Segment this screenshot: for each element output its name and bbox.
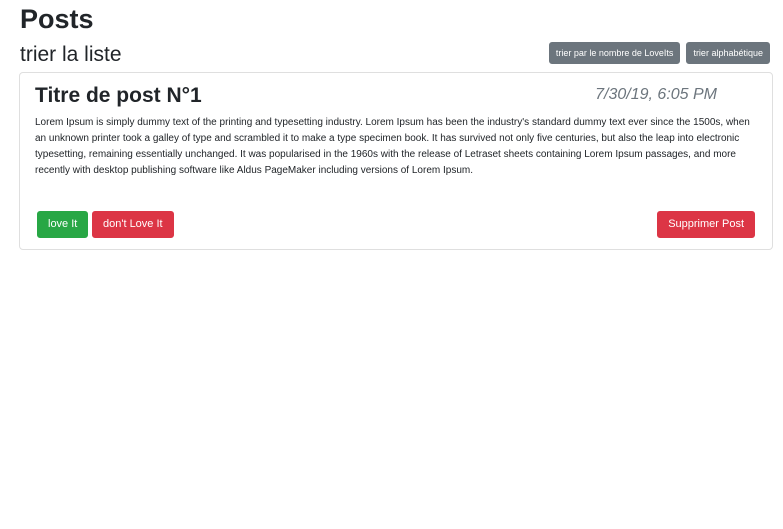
dont-love-it-button[interactable]: don't Love It	[92, 211, 174, 238]
delete-post-button[interactable]: Supprimer Post	[657, 211, 755, 238]
sort-alphabetical-button[interactable]: trier alphabétique	[686, 42, 770, 64]
sort-buttons: trier par le nombre de LoveIts trier alp…	[548, 42, 770, 64]
love-it-button[interactable]: love It	[37, 211, 89, 238]
post-content: Lorem Ipsum is simply dummy text of the …	[35, 117, 750, 176]
page: Posts trier la liste trier par le nombre…	[0, 0, 783, 529]
page-title: Posts	[20, 4, 94, 34]
sort-title: trier la liste	[20, 43, 122, 66]
post-card: Titre de post N°1 7/30/19, 6:05 PM Lorem…	[19, 72, 773, 250]
post-title: Titre de post N°1	[35, 84, 202, 107]
sort-by-loves-button[interactable]: trier par le nombre de LoveIts	[548, 42, 681, 64]
post-date: 7/30/19, 6:05 PM	[595, 86, 717, 103]
sort-bar: trier la liste trier par le nombre de Lo…	[20, 40, 770, 68]
